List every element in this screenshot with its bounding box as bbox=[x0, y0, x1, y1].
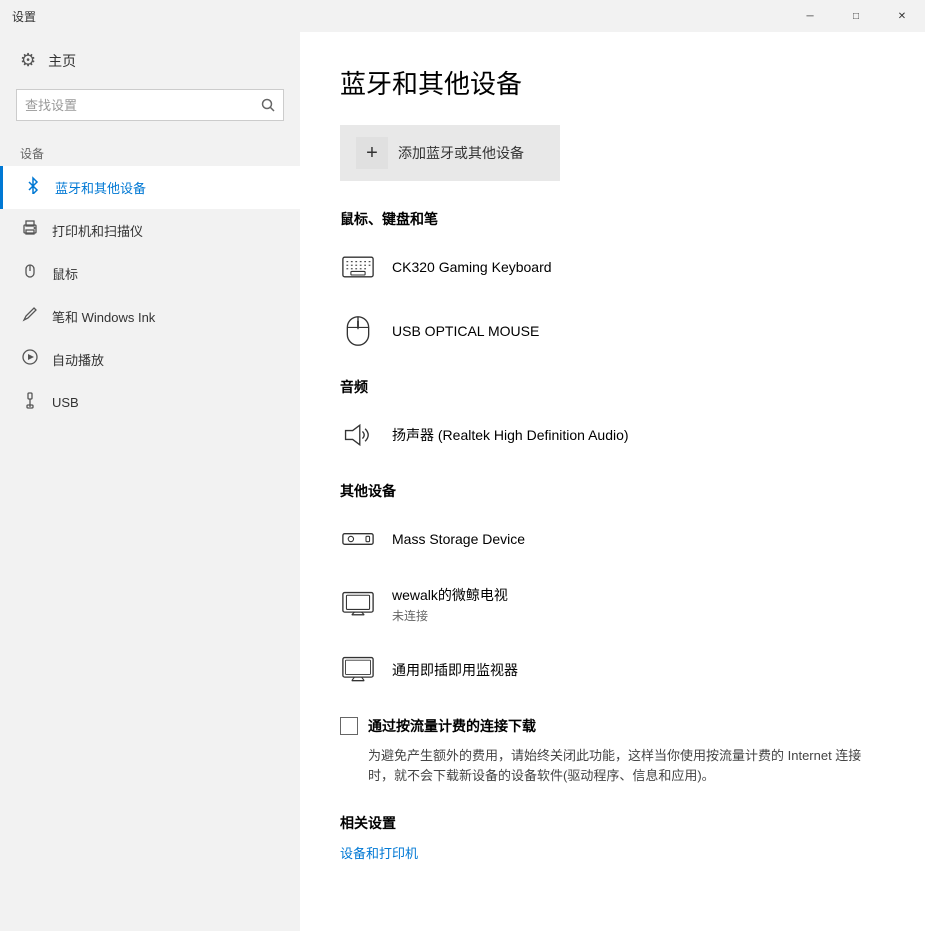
device-storage-name: Mass Storage Device bbox=[392, 531, 525, 547]
page-title: 蓝牙和其他设备 bbox=[340, 64, 885, 101]
maximize-button[interactable]: □ bbox=[833, 0, 879, 32]
sidebar-item-mouse-label: 鼠标 bbox=[52, 264, 78, 283]
section-audio-title: 音频 bbox=[340, 377, 885, 397]
section-mouse-keyboard-pen-title: 鼠标、键盘和笔 bbox=[340, 209, 885, 229]
search-input[interactable] bbox=[16, 89, 284, 121]
add-icon: + bbox=[356, 137, 388, 169]
sidebar-item-bluetooth-label: 蓝牙和其他设备 bbox=[55, 178, 146, 197]
content-area: ⚙ 主页 设备 bbox=[0, 32, 925, 931]
device-speaker-name: 扬声器 (Realtek High Definition Audio) bbox=[392, 425, 629, 445]
device-keyboard: CK320 Gaming Keyboard bbox=[340, 245, 885, 289]
sidebar-item-pen-label: 笔和 Windows Ink bbox=[52, 307, 155, 326]
metered-checkbox[interactable] bbox=[340, 717, 358, 735]
settings-window: 设置 ─ □ ✕ ⚙ 主页 bbox=[0, 0, 925, 931]
main-content: 蓝牙和其他设备 + 添加蓝牙或其他设备 鼠标、键盘和笔 bbox=[300, 32, 925, 931]
sidebar-item-pen[interactable]: 笔和 Windows Ink bbox=[0, 295, 300, 338]
speaker-icon bbox=[340, 417, 376, 453]
metered-checkbox-label: 通过按流量计费的连接下载 bbox=[368, 716, 536, 736]
storage-icon bbox=[340, 521, 376, 557]
metered-section: 通过按流量计费的连接下载 为避免产生额外的费用，请始终关闭此功能，这样当你使用按… bbox=[340, 716, 885, 785]
mouse-icon bbox=[20, 262, 40, 285]
related-settings-section: 相关设置 设备和打印机 bbox=[340, 813, 885, 862]
titlebar: 设置 ─ □ ✕ bbox=[0, 0, 925, 32]
sidebar-item-printers[interactable]: 打印机和扫描仪 bbox=[0, 209, 300, 252]
sidebar-item-usb-label: USB bbox=[52, 395, 79, 410]
metered-checkbox-row: 通过按流量计费的连接下载 bbox=[340, 716, 885, 736]
search-button[interactable] bbox=[252, 89, 284, 121]
close-button[interactable]: ✕ bbox=[879, 0, 925, 32]
search-box bbox=[16, 89, 284, 121]
sidebar: ⚙ 主页 设备 bbox=[0, 32, 300, 931]
device-speaker: 扬声器 (Realtek High Definition Audio) bbox=[340, 413, 885, 457]
metered-description: 为避免产生额外的费用，请始终关闭此功能，这样当你使用按流量计费的 Interne… bbox=[340, 746, 885, 785]
device-monitor-name: 通用即插即用监视器 bbox=[392, 660, 518, 680]
sidebar-item-mouse[interactable]: 鼠标 bbox=[0, 252, 300, 295]
device-monitor: 通用即插即用监视器 bbox=[340, 648, 885, 692]
device-monitor-info: 通用即插即用监视器 bbox=[392, 660, 518, 680]
tv-icon bbox=[340, 587, 376, 623]
device-storage: Mass Storage Device bbox=[340, 517, 885, 561]
device-tv-info: wewalk的微鲸电视 未连接 bbox=[392, 585, 508, 624]
related-settings-title: 相关设置 bbox=[340, 813, 885, 833]
device-mouse-info: USB OPTICAL MOUSE bbox=[392, 323, 539, 339]
add-device-label: 添加蓝牙或其他设备 bbox=[398, 143, 524, 163]
device-speaker-info: 扬声器 (Realtek High Definition Audio) bbox=[392, 425, 629, 445]
sidebar-item-autoplay[interactable]: 自动播放 bbox=[0, 338, 300, 381]
titlebar-controls: ─ □ ✕ bbox=[787, 0, 925, 32]
device-keyboard-info: CK320 Gaming Keyboard bbox=[392, 259, 552, 275]
printer-icon bbox=[20, 219, 40, 242]
sidebar-item-usb[interactable]: USB bbox=[0, 381, 300, 424]
bluetooth-icon bbox=[23, 176, 43, 199]
device-tv-sub: 未连接 bbox=[392, 607, 508, 624]
section-mouse-keyboard-pen: 鼠标、键盘和笔 bbox=[340, 209, 885, 353]
sidebar-home-label: 主页 bbox=[48, 51, 76, 71]
section-audio: 音频 扬声器 (Realtek High Definition Audio) bbox=[340, 377, 885, 457]
search-icon bbox=[261, 98, 275, 112]
pen-icon bbox=[20, 305, 40, 328]
home-icon: ⚙ bbox=[20, 50, 36, 71]
usb-icon bbox=[20, 391, 40, 414]
device-mouse: USB OPTICAL MOUSE bbox=[340, 309, 885, 353]
device-keyboard-name: CK320 Gaming Keyboard bbox=[392, 259, 552, 275]
monitor-icon bbox=[340, 652, 376, 688]
titlebar-title: 设置 bbox=[12, 8, 36, 25]
mouse-device-icon bbox=[340, 313, 376, 349]
add-device-button[interactable]: + 添加蓝牙或其他设备 bbox=[340, 125, 560, 181]
device-tv-name: wewalk的微鲸电视 bbox=[392, 585, 508, 605]
sidebar-item-home[interactable]: ⚙ 主页 bbox=[0, 40, 300, 81]
section-other-title: 其他设备 bbox=[340, 481, 885, 501]
keyboard-icon bbox=[340, 249, 376, 285]
sidebar-item-autoplay-label: 自动播放 bbox=[52, 350, 104, 369]
sidebar-item-bluetooth[interactable]: 蓝牙和其他设备 bbox=[0, 166, 300, 209]
device-tv: wewalk的微鲸电视 未连接 bbox=[340, 581, 885, 628]
sidebar-section-label: 设备 bbox=[0, 137, 300, 166]
related-link-devices-printers[interactable]: 设备和打印机 bbox=[340, 843, 885, 862]
device-mouse-name: USB OPTICAL MOUSE bbox=[392, 323, 539, 339]
section-other: 其他设备 Mass Storage Device bbox=[340, 481, 885, 692]
sidebar-item-printers-label: 打印机和扫描仪 bbox=[52, 221, 143, 240]
minimize-button[interactable]: ─ bbox=[787, 0, 833, 32]
device-storage-info: Mass Storage Device bbox=[392, 531, 525, 547]
autoplay-icon bbox=[20, 348, 40, 371]
